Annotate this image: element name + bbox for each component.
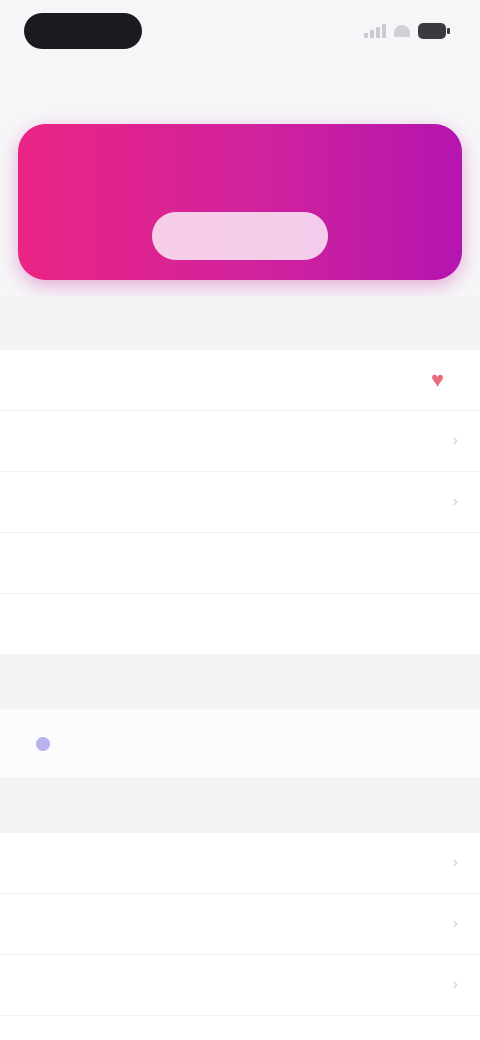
promo-banner[interactable]: [18, 124, 462, 280]
chevron-right-icon: ›: [452, 854, 458, 871]
dot-icon: [36, 736, 50, 751]
section-header: [0, 296, 480, 350]
battery-icon: [418, 23, 450, 39]
settings-row-4[interactable]: [0, 533, 480, 594]
wifi-icon: [394, 25, 410, 37]
banner-action-button[interactable]: [152, 212, 328, 260]
heart-icon: ♥: [430, 367, 444, 392]
section-header: [0, 779, 480, 833]
chevron-right-icon: ›: [452, 976, 458, 993]
settings-row-1[interactable]: ♥: [0, 350, 480, 411]
signal-icon: [364, 24, 386, 38]
chevron-right-icon: ›: [452, 493, 458, 510]
settings-row-6[interactable]: [0, 709, 480, 779]
settings-row-3[interactable]: ›: [0, 472, 480, 533]
settings-row-8[interactable]: ›: [0, 894, 480, 955]
settings-list: ♥ › › › › ›: [0, 296, 480, 1040]
settings-row-5[interactable]: [0, 594, 480, 655]
chevron-right-icon: ›: [452, 432, 458, 449]
section-header: [0, 655, 480, 709]
status-time: [24, 13, 142, 49]
chevron-right-icon: ›: [452, 915, 458, 932]
settings-row-7[interactable]: ›: [0, 833, 480, 894]
navigation-bar: [0, 66, 480, 106]
settings-row-9[interactable]: ›: [0, 955, 480, 1016]
row-text-input[interactable]: [212, 609, 458, 639]
settings-row-2[interactable]: ›: [0, 411, 480, 472]
status-icons: [364, 23, 456, 39]
status-bar: [0, 0, 480, 62]
settings-row-10[interactable]: ›: [0, 1016, 480, 1040]
